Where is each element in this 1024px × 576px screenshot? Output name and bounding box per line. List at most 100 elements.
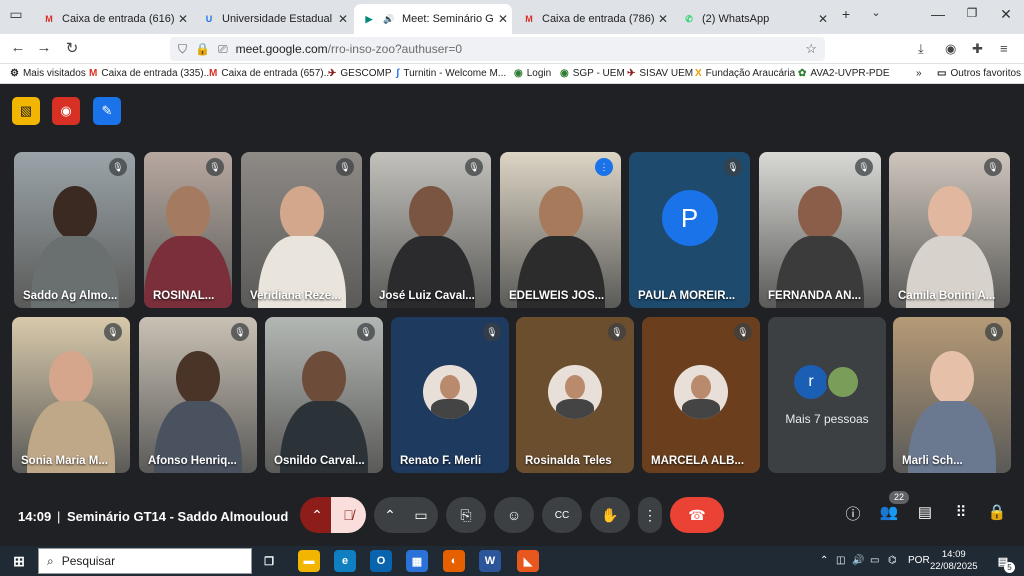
chat-icon[interactable]: ▤ — [913, 503, 937, 521]
app-icon[interactable]: ◣ — [517, 550, 539, 572]
more-options-icon[interactable]: ⋮ — [638, 497, 662, 533]
taskbar-clock[interactable]: 14:09 22/08/2025 — [930, 549, 978, 573]
file-explorer-icon[interactable]: ▬ — [298, 550, 320, 572]
participant-tile[interactable]: ⋮ EDELWEIS JOS... — [500, 152, 621, 308]
bookmark-folder[interactable]: ▭ Outros favoritos — [937, 68, 1021, 79]
camera-icon[interactable]: ⎚ — [218, 42, 228, 57]
tab-meet[interactable]: ▶ 🔊 Meet: Seminário GT14 - S ✕ — [354, 4, 512, 34]
tab-gmail-1[interactable]: M Caixa de entrada (616) - msza ✕ — [34, 4, 192, 34]
minimize-icon[interactable]: — — [926, 6, 950, 22]
firefox-icon[interactable]: ◐ — [443, 550, 465, 572]
tab-gmail-2[interactable]: M Caixa de entrada (786) - marl ✕ — [514, 4, 672, 34]
forward-icon[interactable]: → — [34, 39, 54, 56]
tab-uem[interactable]: U Universidade Estadual de Ma ✕ — [194, 4, 352, 34]
participant-tile[interactable]: 🎙 MARCELA ALB... — [642, 317, 760, 473]
account-icon[interactable]: ◉ — [945, 41, 956, 57]
camera-icon[interactable]: ▭ — [404, 497, 438, 533]
close-icon[interactable]: ✕ — [174, 12, 192, 26]
bookmark-item[interactable]: M Caixa de entrada (657)... — [209, 68, 332, 79]
participant-tile[interactable]: 🎙 Veridiana Reze... — [241, 152, 362, 308]
raise-hand-icon[interactable]: ✋ — [590, 497, 630, 533]
hang-up-button[interactable]: ☎ — [670, 497, 724, 533]
shield-icon[interactable]: ⛉ — [178, 42, 187, 57]
bookmark-item[interactable]: ◉ SGP - UEM — [560, 68, 625, 79]
bookmark-item[interactable]: ◉ Login — [514, 68, 551, 79]
tray-app-icon[interactable]: ◫ — [836, 555, 845, 566]
bookmark-item[interactable]: ✈ SISAV UEM — [627, 68, 693, 79]
lock-icon[interactable]: 🔒 — [195, 42, 210, 56]
close-icon[interactable]: ✕ — [494, 12, 512, 26]
close-icon[interactable]: ✕ — [814, 12, 832, 26]
participant-tile[interactable]: 🎙 Afonso Henriq... — [139, 317, 257, 473]
window-close-icon[interactable]: ✕ — [994, 6, 1018, 23]
volume-icon[interactable]: 🔊 — [852, 555, 864, 566]
bookmarks-overflow-icon[interactable]: » — [916, 68, 922, 79]
participant-tile[interactable]: 🎙 Camila Bonini A... — [889, 152, 1010, 308]
gear-icon: ⚙ — [10, 68, 19, 79]
participant-tile[interactable]: 🎙 José Luiz Caval... — [370, 152, 491, 308]
network-icon[interactable]: ⌬ — [888, 555, 897, 566]
task-view-icon[interactable]: ❐ — [258, 550, 280, 572]
host-controls-icon[interactable]: 🔒 — [985, 503, 1009, 521]
bookmark-item[interactable]: ⚙ Mais visitados — [10, 68, 86, 79]
word-icon[interactable]: W — [479, 550, 501, 572]
tab-whatsapp[interactable]: ✆ (2) WhatsApp ✕ — [674, 4, 832, 34]
taskbar-search[interactable]: ⌕ Pesquisar — [38, 548, 252, 574]
tab-list-icon[interactable]: ▭ — [4, 6, 28, 23]
participant-tile[interactable]: 🎙 ROSINAL... — [144, 152, 232, 308]
windows-start-icon[interactable]: ⊞ — [8, 550, 30, 572]
emoji-icon[interactable]: ☺ — [494, 497, 534, 533]
record-icon[interactable]: ◉ — [52, 97, 80, 125]
participant-tile[interactable]: 🎙 Sonia Maria M... — [12, 317, 130, 473]
mic-muted-icon: 🎙 — [985, 323, 1003, 341]
info-icon[interactable]: ⓘ — [841, 503, 865, 524]
mic-options-button[interactable]: ⌃ — [300, 497, 334, 533]
participant-head — [49, 351, 93, 406]
chevron-down-icon[interactable]: ⌄ — [864, 6, 888, 19]
camera-options-button[interactable]: ⌃ — [374, 497, 406, 533]
close-icon[interactable]: ✕ — [334, 12, 352, 26]
outlook-icon[interactable]: O — [370, 550, 392, 572]
participant-tile[interactable]: P 🎙 PAULA MOREIR... — [629, 152, 750, 308]
bookmark-item[interactable]: ✿ AVA2-UVPR-PDE — [798, 68, 889, 79]
reload-icon[interactable]: ↻ — [62, 39, 82, 57]
back-icon[interactable]: ← — [8, 39, 28, 56]
downloads-icon[interactable]: ⤓ — [918, 41, 924, 57]
activities-icon[interactable]: ⠿ — [949, 503, 973, 521]
language-indicator[interactable]: POR — [908, 555, 930, 566]
extensions-icon[interactable]: ✚ — [972, 41, 983, 57]
bookmark-item[interactable]: X Fundação Araucária — [695, 68, 795, 79]
participant-tile[interactable]: 🎙 Marli Sch... — [893, 317, 1011, 473]
participant-tile[interactable]: 🎙 Saddo Ag Almo... — [14, 152, 135, 308]
restore-icon[interactable]: ❐ — [960, 6, 984, 20]
participant-tile[interactable]: r Mais 7 pessoas — [768, 317, 886, 473]
close-icon[interactable]: ✕ — [654, 12, 672, 26]
participant-name: Sonia Maria M... — [21, 455, 108, 467]
bookmark-item[interactable]: ✈ GESCOMP — [328, 68, 392, 79]
address-bar[interactable]: ⛉ 🔒 ⎚ meet.google.com/rro-inso-zoo?authu… — [170, 37, 825, 61]
bookmark-item[interactable]: ʃ Turnitin - Welcome M... — [396, 68, 506, 79]
recording-off-icon[interactable]: ▧ — [12, 97, 40, 125]
participant-tile[interactable]: 🎙 Renato F. Merli — [391, 317, 509, 473]
avatar-body — [682, 399, 720, 419]
participant-tile[interactable]: 🎙 FERNANDA AN... — [759, 152, 881, 308]
battery-icon[interactable]: ▭ — [870, 555, 879, 566]
present-screen-icon[interactable]: ⎘ — [446, 497, 486, 533]
tray-overflow-icon[interactable]: ⌃ — [820, 555, 828, 566]
participant-tile[interactable]: 🎙 Rosinalda Teles — [516, 317, 634, 473]
notes-icon[interactable]: ✎ — [93, 97, 121, 125]
browser-window: ▭ M Caixa de entrada (616) - msza ✕ U Un… — [0, 0, 1024, 576]
captions-icon[interactable]: CC — [542, 497, 582, 533]
mic-off-icon[interactable]: 🎙̸ — [331, 497, 366, 533]
mic-muted-icon: 🎙 — [608, 323, 626, 341]
people-icon[interactable]: 👥 — [877, 503, 901, 521]
bookmark-star-icon[interactable]: ☆ — [805, 41, 817, 57]
new-tab-icon[interactable]: + — [834, 6, 858, 22]
bookmark-item[interactable]: M Caixa de entrada (335)... — [89, 68, 212, 79]
store-icon[interactable]: ▦ — [406, 550, 428, 572]
participant-tile[interactable]: 🎙 Osnildo Carval... — [265, 317, 383, 473]
edge-icon[interactable]: e — [334, 550, 356, 572]
menu-icon[interactable]: ≡ — [1000, 41, 1008, 56]
mic-muted-icon: 🎙 — [724, 158, 742, 176]
participant-name: EDELWEIS JOS... — [509, 290, 605, 302]
